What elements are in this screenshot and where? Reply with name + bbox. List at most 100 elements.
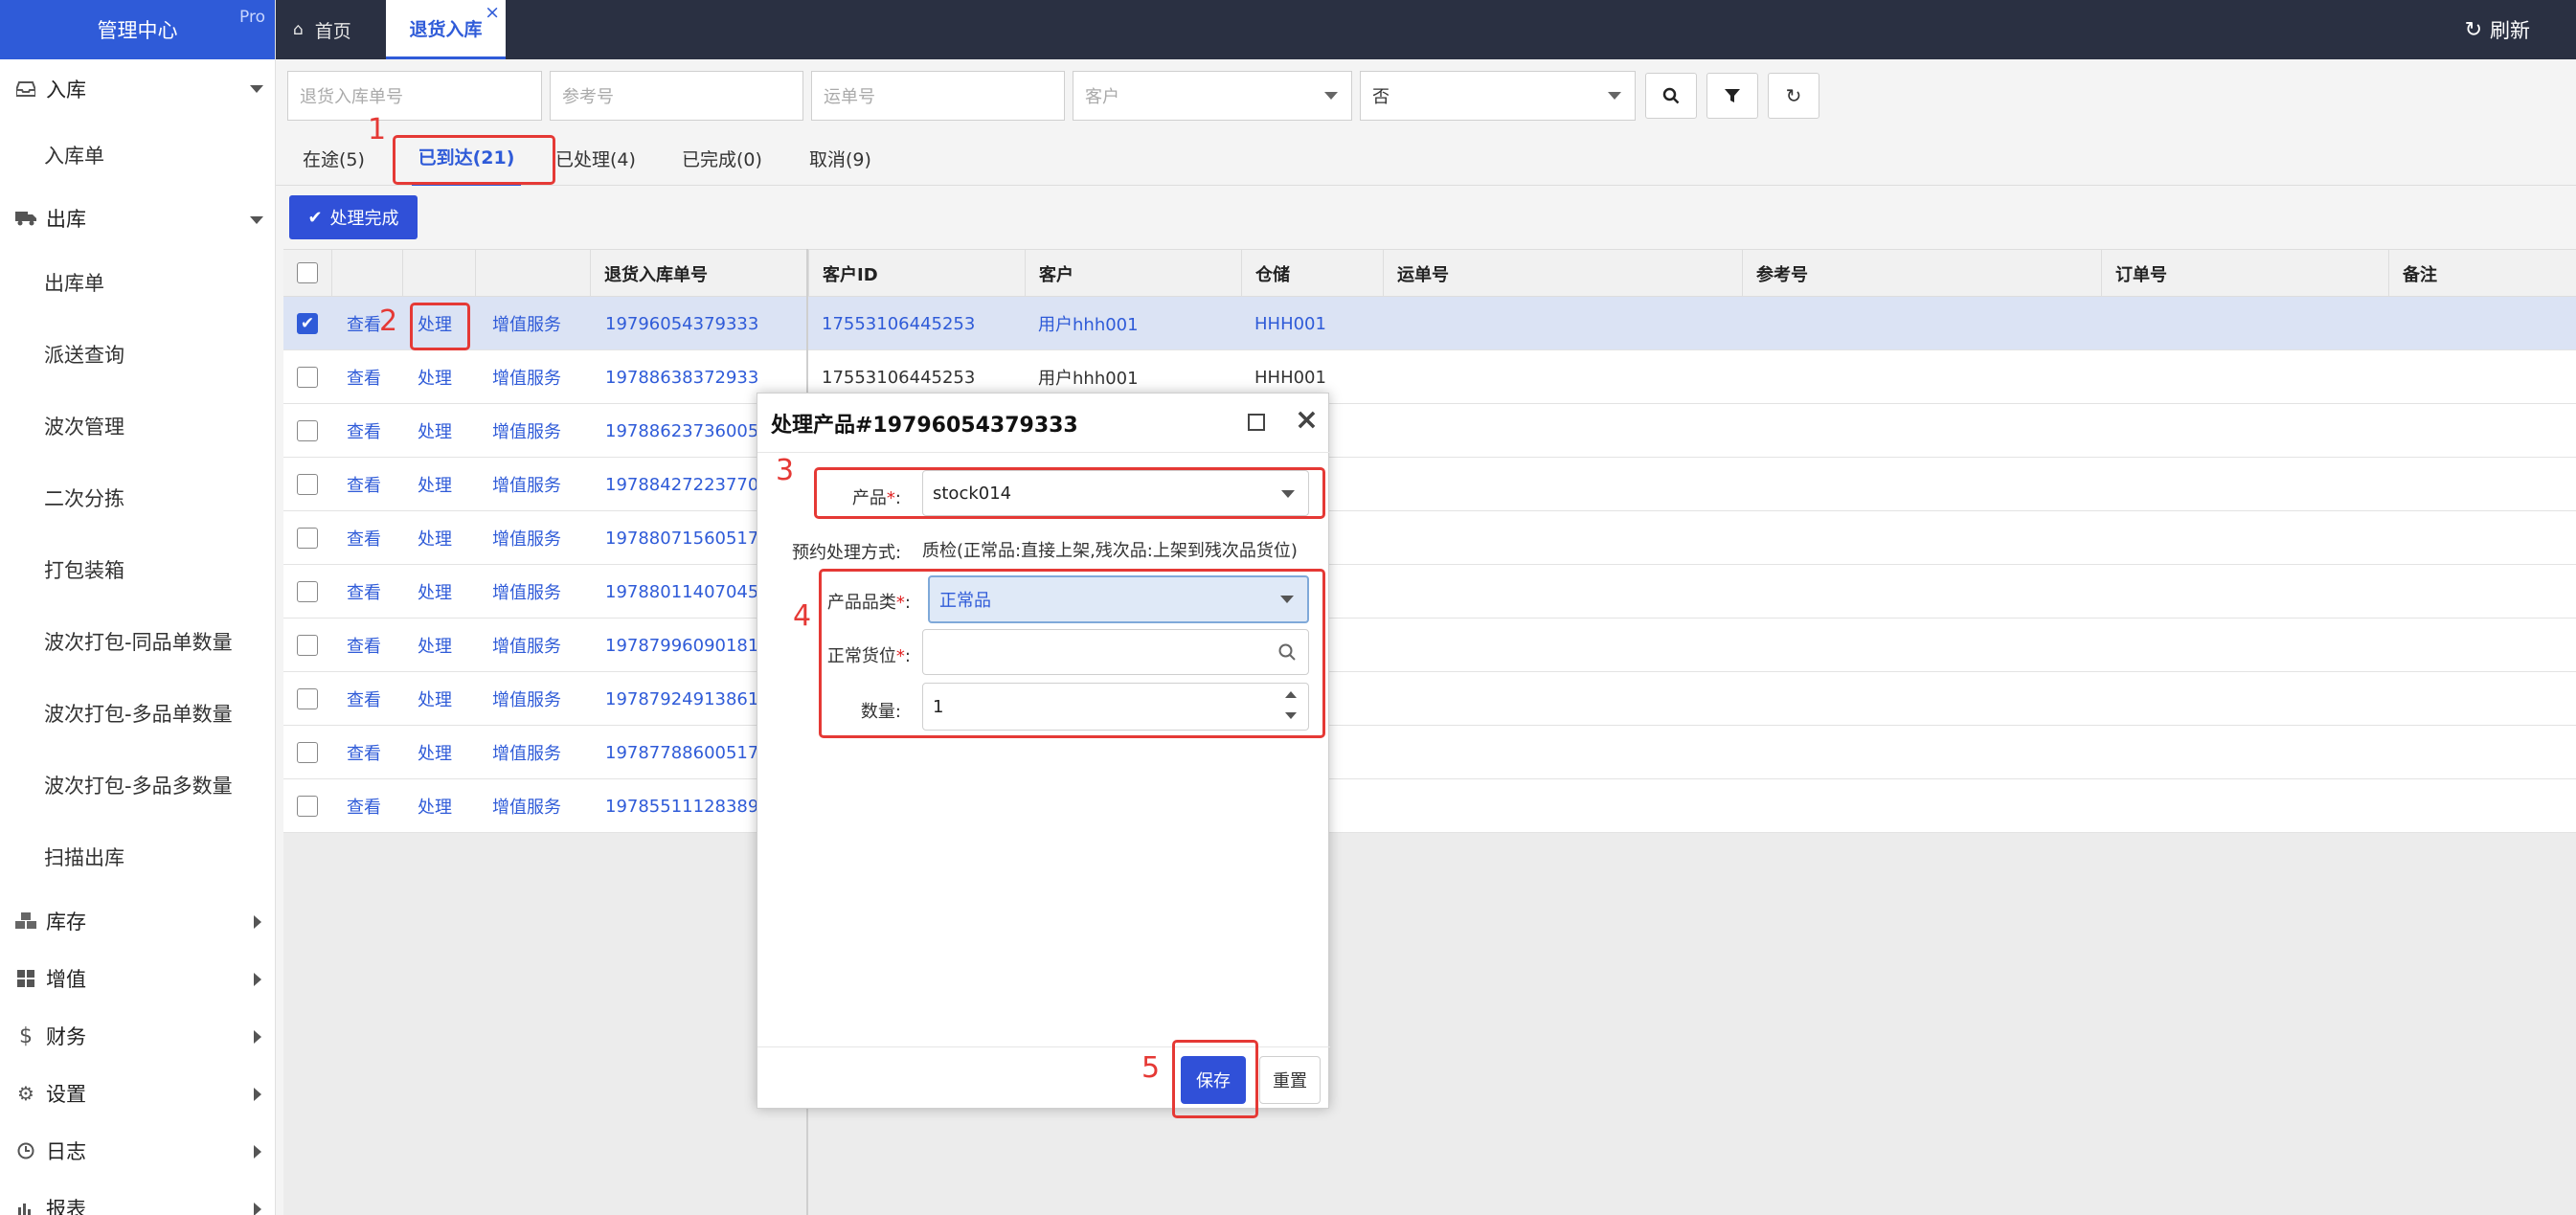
return-no-link[interactable]: 19796054379333: [605, 297, 806, 350]
view-link[interactable]: 查看: [347, 511, 404, 565]
process-link[interactable]: 处理: [418, 779, 475, 833]
header-warehouse[interactable]: 仓储: [1241, 250, 1383, 298]
process-link[interactable]: 处理: [418, 726, 475, 779]
sidebar-item-wave-pack-single[interactable]: 波次打包-同品单数量: [0, 605, 275, 677]
tab-home[interactable]: ⌂ 首页: [293, 0, 351, 59]
ref-no-input[interactable]: 参考号: [550, 71, 803, 121]
sidebar-item-wave-management[interactable]: 波次管理: [0, 390, 275, 461]
table-row[interactable]: 查看 处理 增值服务 19787996090181: [283, 619, 2576, 672]
tab-arrived[interactable]: 已到达(21): [412, 130, 521, 186]
row-checkbox[interactable]: ✔: [297, 313, 318, 334]
vas-link[interactable]: 增值服务: [492, 511, 588, 565]
header-tracking[interactable]: 运单号: [1383, 250, 1742, 298]
vas-link[interactable]: 增值服务: [492, 565, 588, 619]
row-checkbox[interactable]: [297, 796, 318, 817]
save-button[interactable]: 保存: [1181, 1056, 1246, 1104]
sidebar-item-secondary-sort[interactable]: 二次分拣: [0, 461, 275, 533]
vas-link[interactable]: 增值服务: [492, 726, 588, 779]
header-order[interactable]: 订单号: [2101, 250, 2388, 298]
vas-link[interactable]: 增值服务: [492, 404, 588, 458]
sidebar-item-scan-outbound[interactable]: 扫描出库: [0, 821, 275, 892]
tracking-no-input[interactable]: 运单号: [811, 71, 1065, 121]
product-select[interactable]: stock014: [922, 470, 1309, 516]
header-customer[interactable]: 客户: [1025, 250, 1241, 298]
qty-stepper[interactable]: 1: [922, 683, 1309, 731]
header-remark[interactable]: 备注: [2388, 250, 2576, 298]
vas-link[interactable]: 增值服务: [492, 619, 588, 672]
sidebar-item-inbound-order[interactable]: 入库单: [0, 119, 275, 191]
reset-filter-button[interactable]: ↻: [1768, 73, 1819, 119]
table-row[interactable]: 查看 处理 增值服务 19788638372933 17553106445253 用户hh…: [283, 350, 2576, 404]
table-row[interactable]: ✔ 查看 处理 增值服务 19796054379333 17553106445253 用户h…: [283, 297, 2576, 350]
row-checkbox[interactable]: [297, 581, 318, 602]
sidebar-group-outbound[interactable]: 出库: [0, 191, 275, 246]
close-icon[interactable]: ×: [1295, 403, 1319, 437]
tab-cancelled[interactable]: 取消(9): [809, 130, 871, 186]
process-link[interactable]: 处理: [418, 404, 475, 458]
tab-processed[interactable]: 已处理(4): [555, 130, 636, 186]
view-link[interactable]: 查看: [347, 404, 404, 458]
view-link[interactable]: 查看: [347, 565, 404, 619]
tab-completed[interactable]: 已完成(0): [682, 130, 762, 186]
table-row[interactable]: 查看 处理 增值服务 19785511128389: [283, 779, 2576, 833]
sidebar-group-finance[interactable]: $ 财务: [0, 1007, 275, 1065]
close-tab-icon[interactable]: ×: [485, 2, 500, 23]
category-select[interactable]: 正常品: [928, 575, 1309, 623]
header-customer-id[interactable]: 客户ID: [808, 250, 1025, 298]
flag-select[interactable]: 否: [1360, 71, 1636, 121]
decrement-icon[interactable]: [1285, 712, 1297, 719]
brand-header[interactable]: 管理中心 Pro: [0, 0, 275, 59]
sidebar-item-delivery-query[interactable]: 派送查询: [0, 318, 275, 390]
return-no-input[interactable]: 退货入库单号: [287, 71, 542, 121]
maximize-icon[interactable]: [1248, 414, 1265, 431]
row-checkbox[interactable]: [297, 367, 318, 388]
search-icon[interactable]: [1277, 642, 1297, 662]
sidebar-group-settings[interactable]: ⚙ 设置: [0, 1065, 275, 1122]
sidebar-group-inventory[interactable]: 库存: [0, 892, 275, 950]
row-checkbox[interactable]: [297, 635, 318, 656]
vas-link[interactable]: 增值服务: [492, 779, 588, 833]
process-link[interactable]: 处理: [418, 458, 475, 511]
view-link[interactable]: 查看: [347, 672, 404, 726]
view-link[interactable]: 查看: [347, 779, 404, 833]
sidebar-item-wave-pack-multi-multi[interactable]: 波次打包-多品多数量: [0, 749, 275, 821]
table-row[interactable]: 查看 处理 增值服务 19788623736005: [283, 404, 2576, 458]
header-return-no[interactable]: 退货入库单号: [590, 250, 806, 298]
refresh-button[interactable]: ↻ 刷新: [2465, 0, 2530, 59]
table-row[interactable]: 查看 处理 增值服务 19787924913861: [283, 672, 2576, 726]
sidebar-item-packing[interactable]: 打包装箱: [0, 533, 275, 605]
select-all-checkbox[interactable]: [297, 262, 318, 283]
sidebar-item-outbound-order[interactable]: 出库单: [0, 246, 275, 318]
increment-icon[interactable]: [1285, 691, 1297, 698]
vas-link[interactable]: 增值服务: [492, 350, 588, 404]
process-link[interactable]: 处理: [418, 511, 475, 565]
location-input[interactable]: [922, 629, 1309, 675]
row-checkbox[interactable]: [297, 688, 318, 709]
process-link[interactable]: 处理: [418, 619, 475, 672]
sidebar-group-reports[interactable]: 报表: [0, 1180, 275, 1215]
header-ref[interactable]: 参考号: [1742, 250, 2101, 298]
table-row[interactable]: 查看 处理 增值服务 19788011407045: [283, 565, 2576, 619]
process-link[interactable]: 处理: [418, 350, 475, 404]
process-link[interactable]: 处理: [418, 297, 475, 350]
filter-button[interactable]: [1706, 73, 1758, 119]
sidebar-group-inbound[interactable]: 入库: [0, 59, 275, 119]
row-checkbox[interactable]: [297, 528, 318, 549]
table-row[interactable]: 查看 处理 增值服务 19788071560517: [283, 511, 2576, 565]
sidebar-group-logs[interactable]: 日志: [0, 1122, 275, 1180]
reset-button[interactable]: 重置: [1259, 1056, 1321, 1104]
process-link[interactable]: 处理: [418, 672, 475, 726]
tab-in-transit[interactable]: 在途(5): [303, 130, 365, 186]
vas-link[interactable]: 增值服务: [492, 297, 588, 350]
row-checkbox[interactable]: [297, 420, 318, 441]
search-button[interactable]: [1645, 73, 1697, 119]
row-checkbox[interactable]: [297, 742, 318, 763]
sidebar-group-value-added[interactable]: 增值: [0, 950, 275, 1007]
vas-link[interactable]: 增值服务: [492, 458, 588, 511]
vas-link[interactable]: 增值服务: [492, 672, 588, 726]
customer-select[interactable]: 客户: [1073, 71, 1352, 121]
process-done-button[interactable]: ✔ 处理完成: [289, 195, 418, 239]
view-link[interactable]: 查看: [347, 350, 404, 404]
row-checkbox[interactable]: [297, 474, 318, 495]
sidebar-item-wave-pack-multi-single[interactable]: 波次打包-多品单数量: [0, 677, 275, 749]
